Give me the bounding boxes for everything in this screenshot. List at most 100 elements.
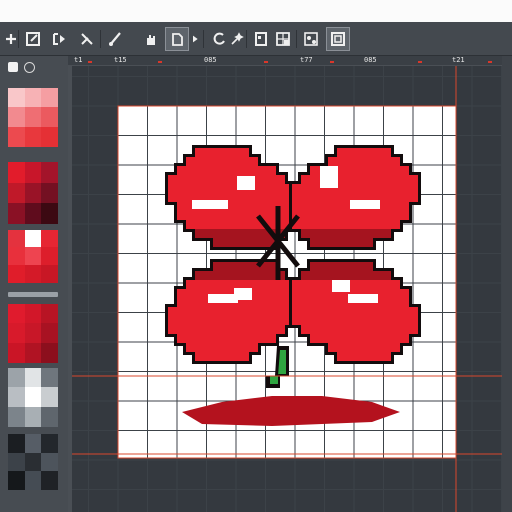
square-shape-icon[interactable]	[8, 62, 18, 72]
palette-color[interactable]	[41, 230, 59, 248]
scissors-icon[interactable]	[76, 27, 98, 51]
palette-color[interactable]	[41, 162, 59, 183]
palette-divider[interactable]	[8, 292, 58, 297]
palette-color[interactable]	[41, 452, 59, 472]
palette-color[interactable]	[8, 182, 25, 204]
palette-color[interactable]	[8, 88, 25, 108]
ruler-tick	[158, 61, 162, 63]
palette-color[interactable]	[41, 264, 59, 283]
palette-color[interactable]	[24, 182, 42, 204]
transform-icon[interactable]	[300, 27, 322, 51]
palette-color[interactable]	[24, 304, 42, 324]
palette-color[interactable]	[8, 230, 25, 248]
palette-color[interactable]	[8, 304, 25, 324]
palette-color[interactable]	[24, 452, 42, 472]
layer-icon[interactable]	[250, 27, 272, 51]
palette-color[interactable]	[24, 471, 42, 491]
palette-color[interactable]	[24, 88, 42, 108]
palette-color[interactable]	[41, 203, 59, 225]
palette-color[interactable]	[41, 434, 59, 453]
palette-color[interactable]	[8, 247, 25, 266]
circle-shape-icon[interactable]	[24, 62, 35, 73]
palette-color[interactable]	[8, 323, 25, 344]
palette-swatch-dark-reds[interactable]	[8, 162, 59, 225]
horizontal-ruler: t1 t15 085 t77 085 t21	[68, 56, 502, 65]
petal-highlight	[192, 200, 228, 209]
palette-color[interactable]	[8, 203, 25, 225]
palette-color[interactable]	[24, 264, 42, 283]
palette-color[interactable]	[24, 434, 42, 453]
petal-top-left-fill	[168, 184, 294, 193]
ruler-tick	[488, 61, 492, 63]
palette-color[interactable]	[41, 107, 59, 128]
palette-color[interactable]	[8, 107, 25, 128]
grid-tool-icon[interactable]	[272, 27, 294, 51]
wand-icon[interactable]	[226, 27, 248, 51]
palette-color[interactable]	[41, 406, 59, 427]
palette-swatch-light-reds[interactable]	[8, 88, 59, 147]
petal-bottom-left-fill	[186, 280, 294, 289]
palette-color[interactable]	[8, 264, 25, 283]
pixel-canvas[interactable]	[72, 66, 502, 512]
palette-color[interactable]	[8, 452, 25, 472]
petal-bottom-right-fill	[337, 352, 391, 361]
palette-swatch-dark-greys[interactable]	[8, 434, 59, 491]
petal-highlight	[350, 200, 380, 209]
palette-color[interactable]	[41, 126, 59, 147]
palette-color[interactable]	[24, 203, 42, 225]
bracket-arrow-icon[interactable]	[48, 27, 70, 51]
palette-color[interactable]	[41, 471, 59, 491]
petal-top-right-fill	[301, 175, 418, 184]
palette-color[interactable]	[8, 368, 25, 388]
ruler-label: t77	[300, 56, 313, 64]
ruler-label: t15	[114, 56, 127, 64]
palette-color[interactable]	[8, 387, 25, 408]
petal-top-right-fill	[328, 157, 400, 166]
palette-color[interactable]	[24, 247, 42, 266]
palette-color[interactable]	[24, 387, 42, 408]
hand-icon[interactable]	[140, 27, 162, 51]
palette-color[interactable]	[41, 323, 59, 344]
palette-swatch-light-greys[interactable]	[8, 368, 59, 427]
palette-swatch-crimson[interactable]	[8, 304, 59, 363]
ruler-label: t1	[74, 56, 83, 64]
palette-color[interactable]	[41, 342, 59, 363]
palette-color[interactable]	[24, 342, 42, 363]
palette-color[interactable]	[41, 182, 59, 204]
pixel-art-svg[interactable]	[72, 66, 502, 512]
palette-panel	[0, 56, 68, 512]
palette-color[interactable]	[8, 342, 25, 363]
right-scrollbar[interactable]	[502, 56, 512, 512]
petal-top-left-fill	[186, 157, 258, 166]
petal-highlight	[237, 176, 255, 190]
palette-color[interactable]	[8, 471, 25, 491]
palette-swatch-bright-reds[interactable]	[8, 230, 59, 283]
palette-color[interactable]	[41, 304, 59, 324]
palette-color[interactable]	[24, 368, 42, 388]
palette-color[interactable]	[41, 368, 59, 388]
palette-color[interactable]	[24, 162, 42, 183]
edit-box-icon[interactable]	[22, 27, 44, 51]
palette-color[interactable]	[8, 434, 25, 453]
ruler-label: 085	[204, 56, 217, 64]
petal-bottom-left-fill	[177, 334, 276, 343]
palette-color[interactable]	[41, 247, 59, 266]
page-icon[interactable]	[165, 27, 189, 51]
palette-color[interactable]	[24, 107, 42, 128]
toolbar-separator	[100, 30, 101, 48]
palette-color[interactable]	[24, 230, 42, 248]
frame-icon[interactable]	[326, 27, 350, 51]
play-icon[interactable]	[189, 27, 201, 51]
palette-color[interactable]	[8, 126, 25, 147]
petal-top-right-fill	[292, 184, 418, 193]
palette-color[interactable]	[24, 126, 42, 147]
palette-color[interactable]	[41, 88, 59, 108]
petal-bottom-left-shade	[195, 271, 285, 280]
palette-color[interactable]	[41, 387, 59, 408]
palette-color[interactable]	[24, 406, 42, 427]
brush-icon[interactable]	[104, 27, 126, 51]
palette-color[interactable]	[24, 323, 42, 344]
palette-color[interactable]	[8, 162, 25, 183]
palette-color[interactable]	[8, 406, 25, 427]
petal-bottom-right-shade	[301, 271, 391, 280]
